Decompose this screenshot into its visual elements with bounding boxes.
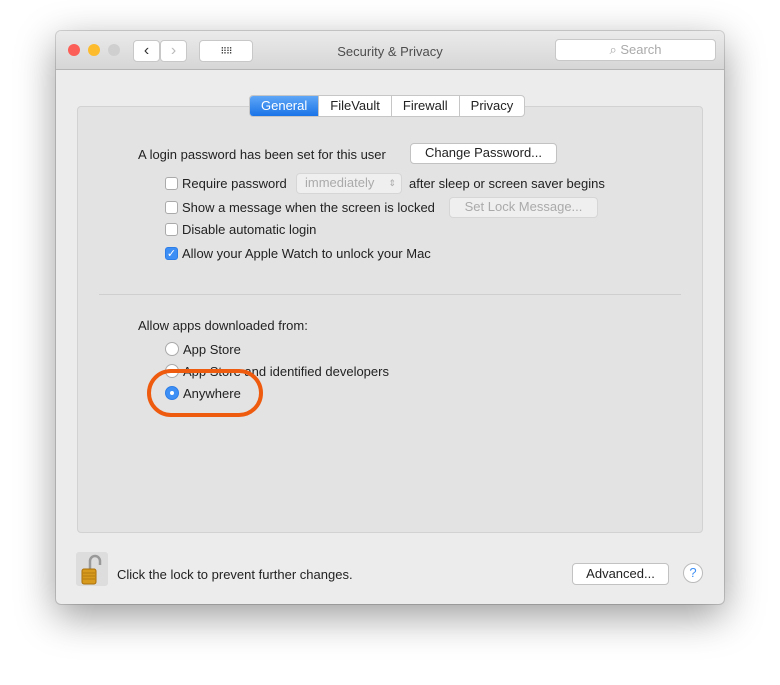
change-password-button[interactable]: Change Password... bbox=[410, 143, 557, 164]
updown-chevron-icon: ⇕ bbox=[388, 178, 396, 188]
show-message-checkbox[interactable] bbox=[165, 201, 178, 214]
highlight-annotation bbox=[147, 369, 263, 417]
help-button[interactable]: ? bbox=[683, 563, 703, 583]
set-lock-message-button[interactable]: Set Lock Message... bbox=[449, 197, 598, 218]
advanced-button[interactable]: Advanced... bbox=[572, 563, 669, 585]
radio-app-store-label: App Store bbox=[183, 342, 241, 357]
apple-watch-label: Allow your Apple Watch to unlock your Ma… bbox=[182, 246, 431, 261]
tab-privacy[interactable]: Privacy bbox=[458, 96, 525, 116]
unlocked-padlock-icon bbox=[81, 554, 102, 585]
security-privacy-window: ‹ › ⠿⠿ Security & Privacy ⌕ Search Gener… bbox=[56, 31, 724, 604]
tab-filevault[interactable]: FileVault bbox=[318, 96, 391, 116]
lock-text: Click the lock to prevent further change… bbox=[117, 567, 353, 582]
tab-general[interactable]: General bbox=[250, 96, 319, 116]
search-icon: ⌕ bbox=[609, 42, 621, 57]
show-message-label: Show a message when the screen is locked bbox=[182, 200, 435, 215]
require-password-checkbox[interactable] bbox=[165, 177, 178, 190]
select-value: immediately bbox=[305, 175, 375, 190]
tab-firewall[interactable]: Firewall bbox=[390, 96, 459, 116]
title-bar: ‹ › ⠿⠿ Security & Privacy ⌕ Search bbox=[56, 31, 724, 70]
search-placeholder: Search bbox=[620, 42, 662, 57]
require-password-select[interactable]: immediately ⇕ bbox=[296, 173, 402, 194]
divider bbox=[99, 294, 681, 295]
disable-login-checkbox[interactable] bbox=[165, 223, 178, 236]
require-password-label: Require password bbox=[182, 176, 287, 191]
disable-login-label: Disable automatic login bbox=[182, 222, 317, 237]
radio-app-store[interactable] bbox=[165, 342, 179, 356]
allow-apps-label: Allow apps downloaded from: bbox=[138, 318, 308, 333]
checkmark-icon: ✓ bbox=[166, 248, 177, 260]
lock-button[interactable] bbox=[76, 552, 108, 586]
tab-bar: General FileVault Firewall Privacy bbox=[249, 95, 526, 117]
search-input[interactable]: ⌕ Search bbox=[555, 39, 716, 61]
login-password-text: A login password has been set for this u… bbox=[138, 147, 386, 162]
require-password-suffix: after sleep or screen saver begins bbox=[409, 176, 605, 191]
apple-watch-checkbox[interactable]: ✓ bbox=[165, 247, 178, 260]
